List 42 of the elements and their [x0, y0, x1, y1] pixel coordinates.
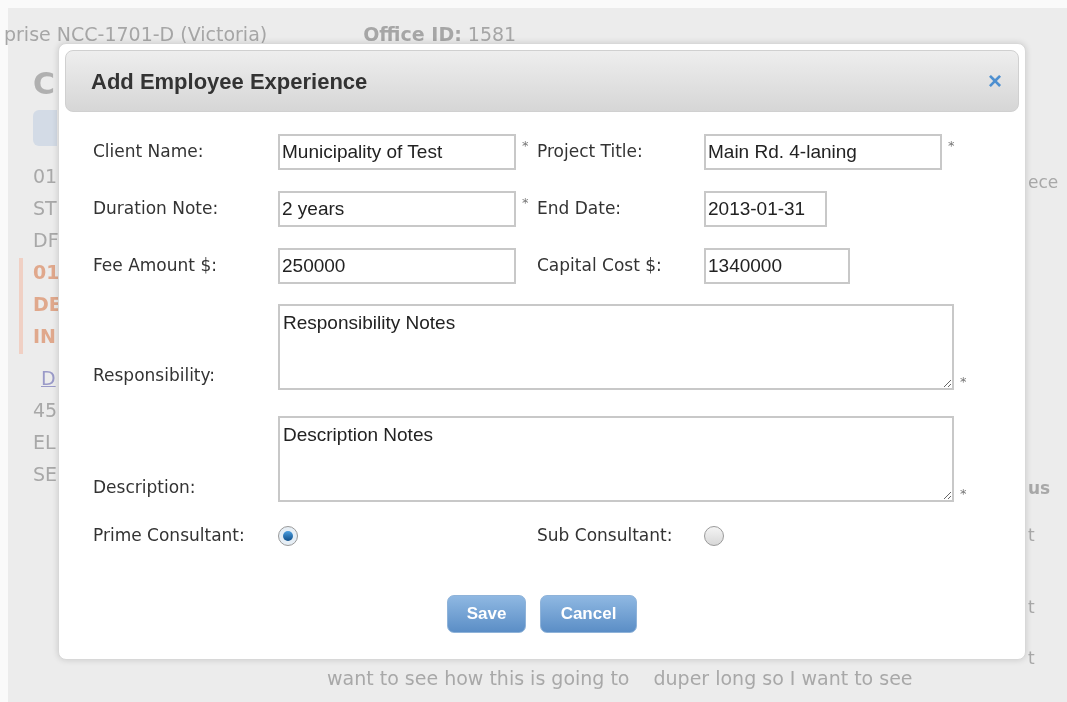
- radio-button[interactable]: [278, 526, 298, 546]
- faded-text: t: [1028, 647, 1035, 670]
- field-label: Project Title:: [537, 140, 644, 164]
- field-label: End Date:: [537, 197, 623, 221]
- text-area[interactable]: Description Notes: [278, 416, 954, 502]
- required-mark: *: [959, 374, 967, 389]
- faded-text: 45: [33, 398, 58, 423]
- page-header-text: prise NCC-1701-D (Victoria): [4, 22, 268, 47]
- radio-label: Prime Consultant:: [93, 524, 246, 548]
- text-field[interactable]: Municipality of Test: [278, 134, 516, 170]
- faded-text: duper long so I want to see: [653, 666, 913, 691]
- text-field[interactable]: 2013-01-31: [704, 191, 827, 227]
- faded-text: t: [1028, 595, 1035, 619]
- faded-text: t: [1028, 524, 1035, 547]
- required-mark: *: [959, 486, 967, 501]
- faded-text: SE: [33, 462, 58, 487]
- field-label: Description:: [93, 475, 197, 499]
- table-header: us: [1028, 476, 1051, 500]
- faded-text: 01: [33, 164, 58, 189]
- radio-button[interactable]: [704, 526, 724, 546]
- text-field[interactable]: 1340000: [704, 248, 850, 284]
- field-label: Client Name:: [93, 140, 205, 164]
- required-mark: *: [521, 195, 529, 210]
- faded-text: EL: [33, 430, 56, 455]
- text-field[interactable]: 250000: [278, 248, 516, 284]
- field-label: Duration Note:: [93, 197, 220, 221]
- faded-text: DF: [33, 228, 59, 253]
- field-label: Responsibility:: [93, 363, 217, 387]
- field-label: Capital Cost $:: [537, 254, 663, 278]
- required-mark: *: [521, 138, 529, 153]
- text-field[interactable]: Main Rd. 4-laning: [704, 134, 942, 170]
- text-area[interactable]: Responsibility Notes: [278, 304, 954, 390]
- text-field[interactable]: 2 years: [278, 191, 516, 227]
- faded-text: want to see how this is going to: [327, 666, 630, 691]
- faded-text: ST: [33, 196, 57, 221]
- field-label: Fee Amount $:: [93, 254, 218, 278]
- dialog-title: Add Employee Experience: [91, 67, 368, 96]
- office-id-text: Office ID: 1581: [363, 22, 517, 47]
- section-heading: C: [33, 65, 56, 103]
- radio-label: Sub Consultant:: [537, 524, 674, 548]
- faded-text: ece: [1028, 171, 1059, 194]
- required-mark: *: [947, 138, 955, 153]
